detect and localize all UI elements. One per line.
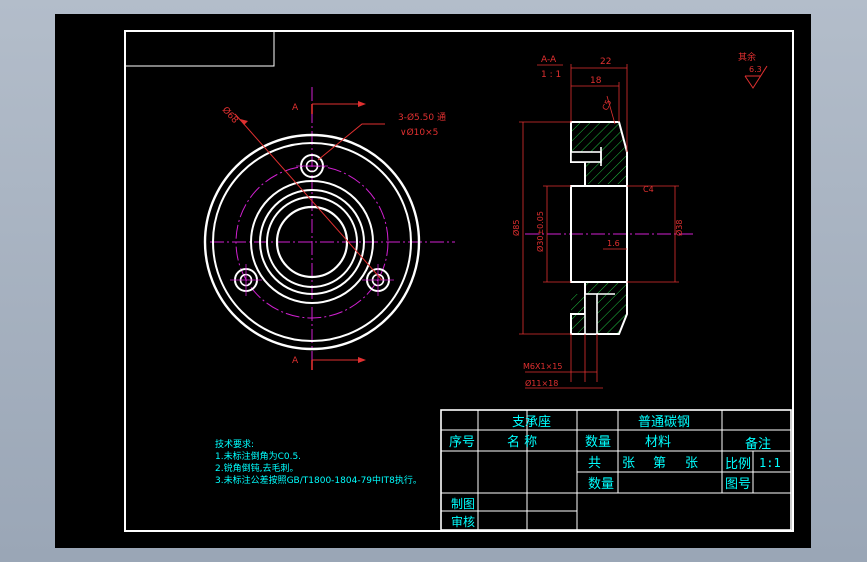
- roughness-symbol: 其余 6.3: [738, 51, 768, 89]
- dim-chamfer-top: C5: [601, 98, 614, 111]
- sheet-unit-1: 张: [622, 456, 635, 471]
- dim-thread: M6X1×15: [523, 362, 562, 371]
- hole-note-line1: 3-Ø5.50 通: [398, 112, 446, 123]
- drawing-svg: Ø68 3-Ø5.50 通 ∨Ø10×5 A A A-A 1: 1 22 18…: [124, 30, 794, 532]
- section-hatch-lower: [571, 282, 627, 334]
- cut-marker-top-label: A: [292, 103, 299, 113]
- section-view: A-A 1 : 1 22 18 C5 C4 Ø85 Ø30±0.05 Ø38 1…: [511, 55, 695, 389]
- sheet-no-label: 第: [653, 456, 666, 471]
- part-name: 支承座: [512, 415, 551, 430]
- drawing-canvas: Ø68 3-Ø5.50 通 ∨Ø10×5 A A A-A 1: 1 22 18…: [55, 14, 811, 548]
- section-scale: 1 : 1: [541, 70, 561, 80]
- col-qty: 数量: [585, 435, 611, 450]
- dim-width-inner: 18: [590, 76, 602, 86]
- tech-notes-title: 技术要求:: [215, 438, 254, 450]
- drawn-by-label: 制图: [451, 497, 475, 511]
- cad-viewport: Ø68 3-Ø5.50 通 ∨Ø10×5 A A A-A 1: 1 22 18…: [0, 0, 867, 562]
- cut-marker-bottom: A: [292, 356, 366, 370]
- qty-label: 数量: [588, 477, 614, 492]
- checked-by-label: 审核: [451, 514, 475, 529]
- scale-value: 1:1: [759, 456, 781, 470]
- dim-right-dia: Ø38: [674, 220, 684, 236]
- roughness-value: 6.3: [749, 65, 762, 74]
- roughness-label: 其余: [738, 51, 756, 63]
- col-note: 备注: [745, 436, 771, 452]
- drawing-no-label: 图号: [725, 477, 751, 492]
- col-name: 名 称: [507, 434, 537, 450]
- top-left-box: [125, 31, 275, 67]
- dim-outer-dia: Ø85: [511, 220, 521, 236]
- thread-hole-lower: [584, 293, 598, 335]
- col-seq: 序号: [449, 435, 475, 450]
- dim-counterbore: Ø11×18: [525, 378, 558, 388]
- scale-label: 比例: [725, 457, 751, 472]
- total-label: 共: [588, 456, 601, 471]
- counterbore-top: [570, 151, 602, 163]
- tech-note-item: 1.未标注倒角为C0.5.: [215, 450, 301, 462]
- bolt-circle-dim: Ø68: [220, 105, 241, 126]
- col-material: 材料: [645, 435, 671, 450]
- dim-width-top: 22: [600, 57, 611, 67]
- bolt-circle-dim-leader: [234, 113, 383, 281]
- sheet-unit-2: 张: [685, 456, 698, 471]
- dim-chamfer-mid: C4: [643, 185, 654, 194]
- part-material: 普通碳钢: [638, 415, 690, 430]
- tech-note-item: 2.锐角倒钝,去毛刺。: [215, 462, 298, 474]
- dim-step: 1.6: [607, 239, 620, 248]
- cut-marker-top: A: [292, 101, 366, 114]
- cut-marker-bottom-label: A: [292, 356, 299, 366]
- hole-note-line2: ∨Ø10×5: [400, 127, 438, 138]
- tech-note-item: 3.未标注公差按照GB/T1800-1804-79中IT8执行。: [215, 474, 422, 486]
- plan-view: Ø68 3-Ø5.50 通 ∨Ø10×5 A A: [203, 87, 455, 370]
- tech-notes: 技术要求: 1.未标注倒角为C0.5. 2.锐角倒钝,去毛刺。 3.未标注公差按…: [215, 438, 422, 486]
- dim-bore-dia: Ø30±0.05: [535, 211, 545, 252]
- section-label: A-A: [541, 55, 557, 65]
